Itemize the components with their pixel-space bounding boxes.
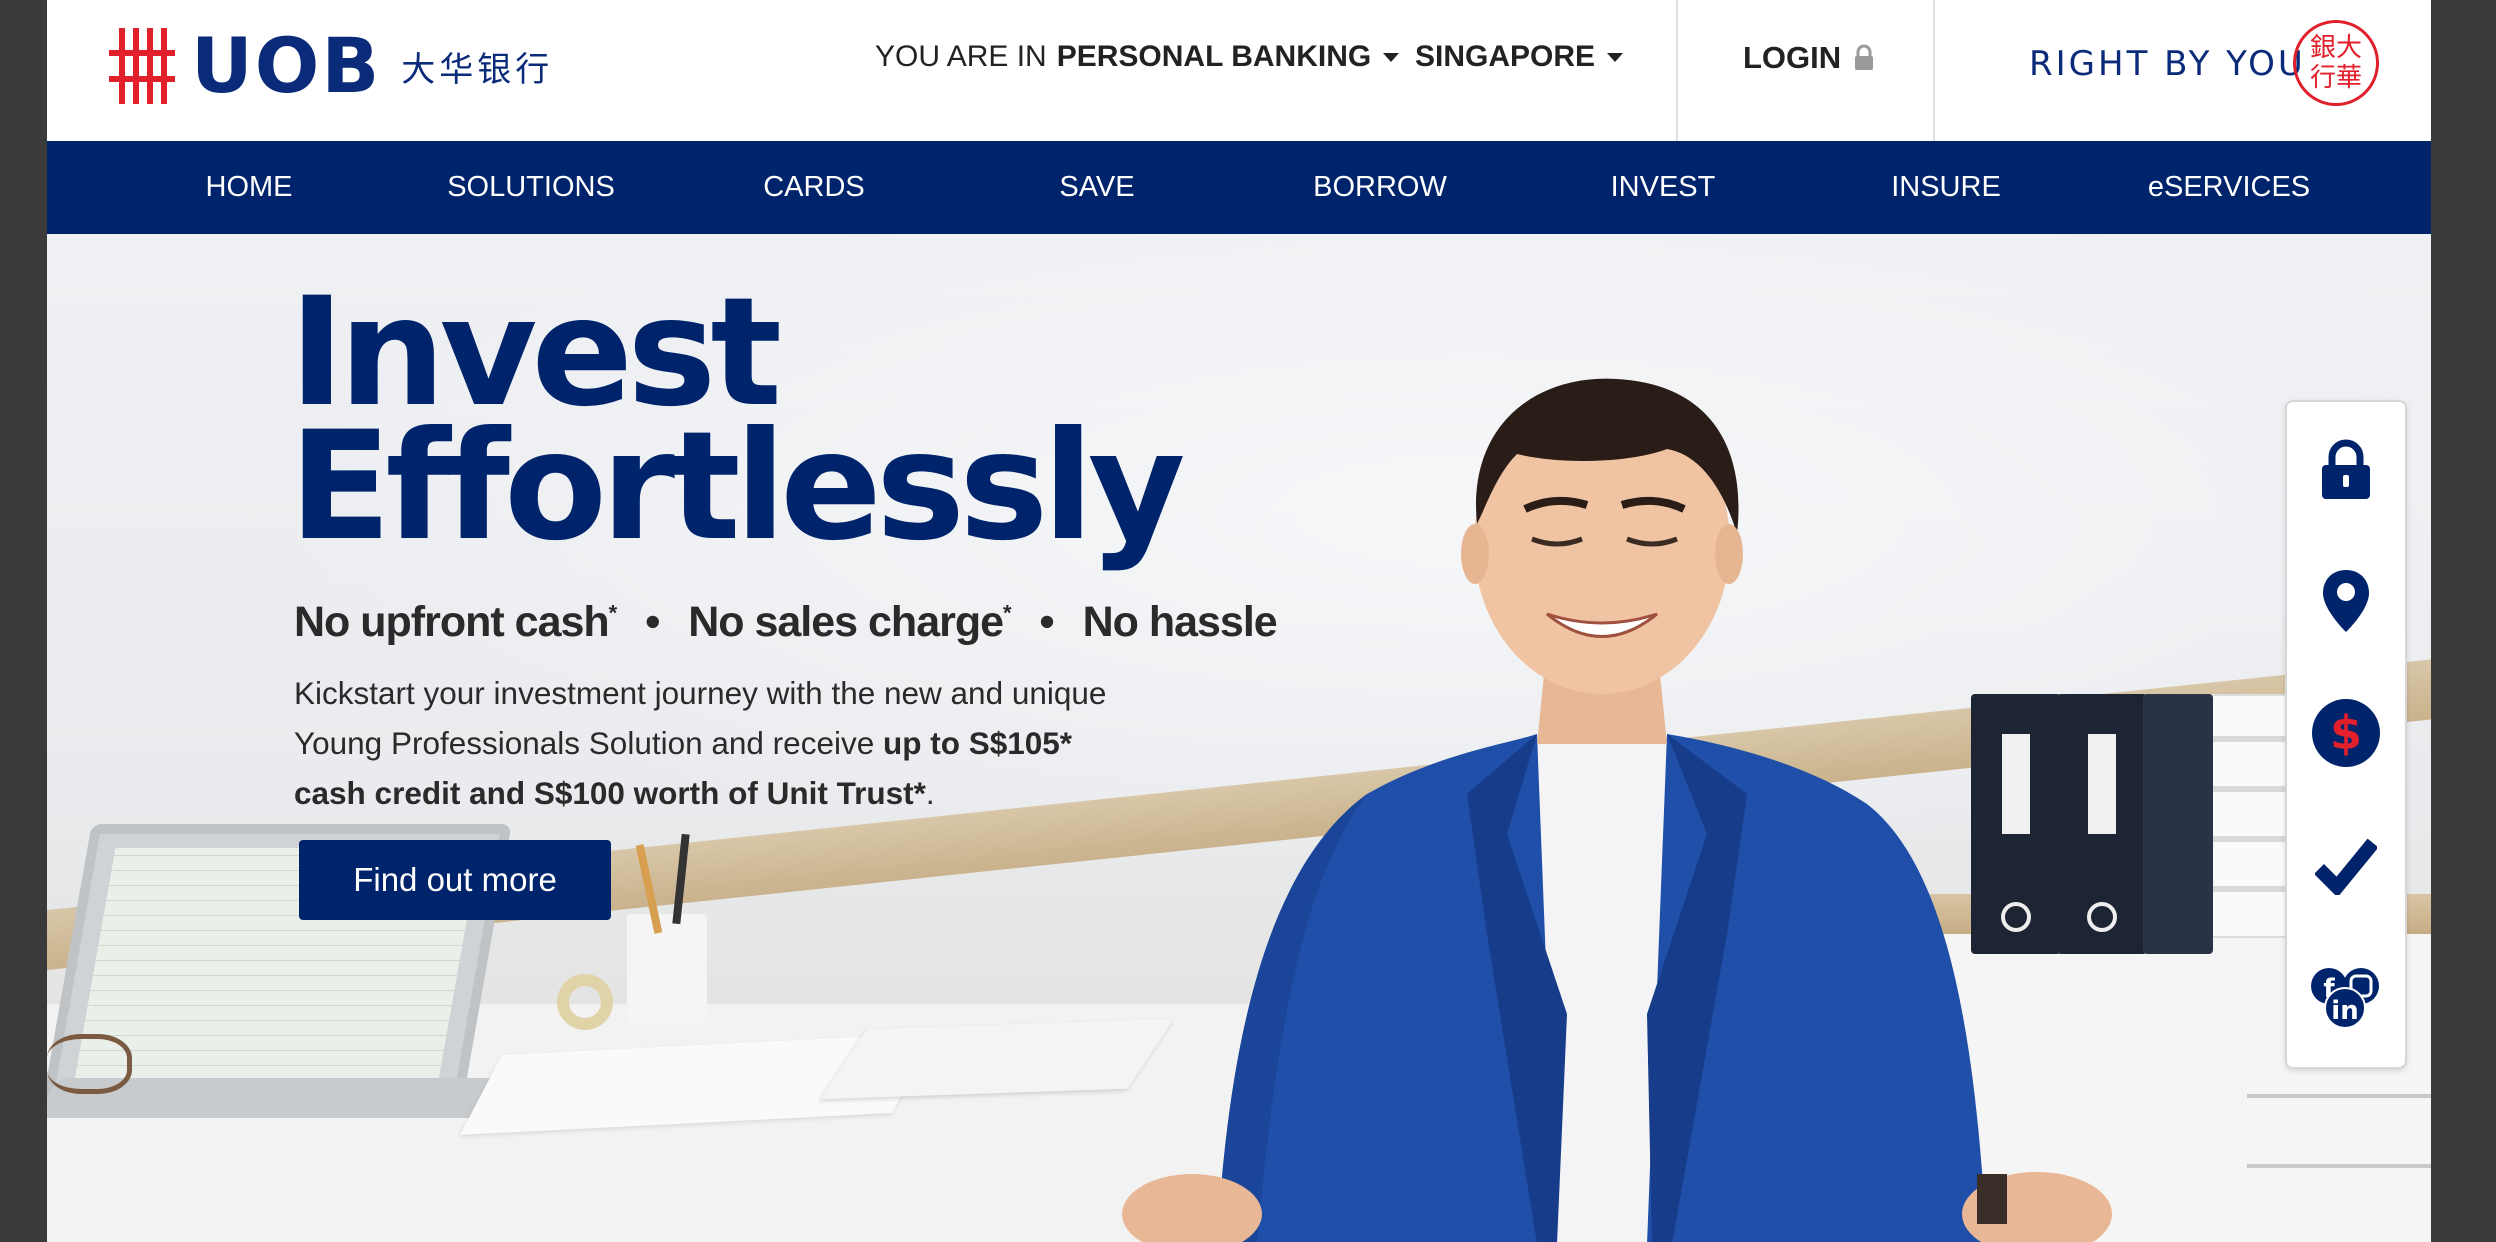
- nav-item-cards[interactable]: CARDS: [763, 141, 865, 234]
- side-apply-button[interactable]: [2287, 810, 2405, 920]
- drawer-line: [2247, 1094, 2431, 1098]
- logo-chinese-text: 大华银行: [401, 49, 554, 90]
- country-value: SINGAPORE: [1415, 40, 1596, 73]
- login-label: LOGIN: [1743, 40, 1842, 75]
- nav-item-invest[interactable]: INVEST: [1611, 141, 1716, 234]
- login-button[interactable]: LOGIN: [1743, 40, 1875, 76]
- nav-item-borrow[interactable]: BORROW: [1313, 141, 1447, 234]
- nav-item-save[interactable]: SAVE: [1059, 141, 1134, 234]
- side-rates-button[interactable]: $: [2287, 678, 2405, 788]
- tagline: RIGHT BY YOU: [2029, 44, 2306, 84]
- chevron-down-icon: [1383, 52, 1400, 62]
- find-out-more-button[interactable]: Find out more: [299, 840, 611, 920]
- nav-item-insure[interactable]: INSURE: [1891, 141, 2001, 234]
- side-toolbar: $ f in: [2285, 400, 2407, 1069]
- hero-subheading: No upfront cash* • No sales charge* • No…: [294, 598, 1278, 646]
- side-lock-button[interactable]: [2287, 414, 2405, 524]
- glasses-image: [47, 1034, 132, 1094]
- nav-item-solutions[interactable]: SOLUTIONS: [447, 141, 615, 234]
- nav-item-home[interactable]: HOME: [206, 141, 293, 234]
- side-locator-button[interactable]: [2287, 546, 2405, 656]
- logo-text: UOB: [191, 21, 382, 110]
- divider: [1933, 0, 1935, 141]
- tick-icon: [2315, 838, 2377, 895]
- svg-text:in: in: [2331, 996, 2358, 1026]
- segment-value: PERSONAL BANKING: [1056, 40, 1372, 73]
- segment-selector[interactable]: YOU ARE IN PERSONAL BANKING: [875, 40, 1400, 74]
- svg-text:$: $: [2330, 706, 2362, 760]
- lock-icon: [1855, 44, 1874, 70]
- headline-line-2: Effortlessly: [289, 400, 1186, 574]
- social-icon: f in: [2311, 968, 2379, 1029]
- tape-image: [557, 974, 613, 1030]
- sub-sales-charge: No sales charge: [688, 598, 1004, 646]
- uob-logo[interactable]: UOB 大华银行: [107, 24, 553, 108]
- divider: [1676, 0, 1678, 141]
- drawer-line: [2247, 1164, 2431, 1168]
- pen-holder-image: [627, 914, 707, 1024]
- hero-body-text: Kickstart your investment journey with t…: [294, 675, 1107, 811]
- uob-seal-logo: 銀大 行華: [2293, 20, 2379, 106]
- location-pin-icon: [2323, 570, 2369, 632]
- lock-icon: [2322, 439, 2370, 499]
- sub-hassle: No hassle: [1082, 598, 1278, 646]
- uob-logo-mark-icon: [109, 28, 175, 104]
- hero-banner: Invest Effortlessly No upfront cash* • N…: [47, 234, 2431, 1242]
- page: UOB 大华银行 YOU ARE IN PERSONAL BANKING SIN…: [47, 0, 2431, 1242]
- top-bar: UOB 大华银行 YOU ARE IN PERSONAL BANKING SIN…: [47, 0, 2431, 141]
- dollar-icon: $: [2312, 699, 2380, 767]
- segment-prefix: YOU ARE IN: [875, 40, 1047, 73]
- country-selector[interactable]: SINGAPORE: [1415, 40, 1624, 74]
- main-nav: HOME SOLUTIONS CARDS SAVE BORROW INVEST …: [47, 141, 2431, 234]
- chevron-down-icon: [1607, 52, 1624, 62]
- sub-upfront: No upfront cash: [294, 598, 610, 646]
- hero-headline: Invest Effortlessly: [289, 278, 1186, 574]
- side-social-button[interactable]: f in: [2287, 942, 2405, 1052]
- model-photo: [1122, 378, 2112, 1242]
- nav-item-eservices[interactable]: eSERVICES: [2148, 141, 2310, 234]
